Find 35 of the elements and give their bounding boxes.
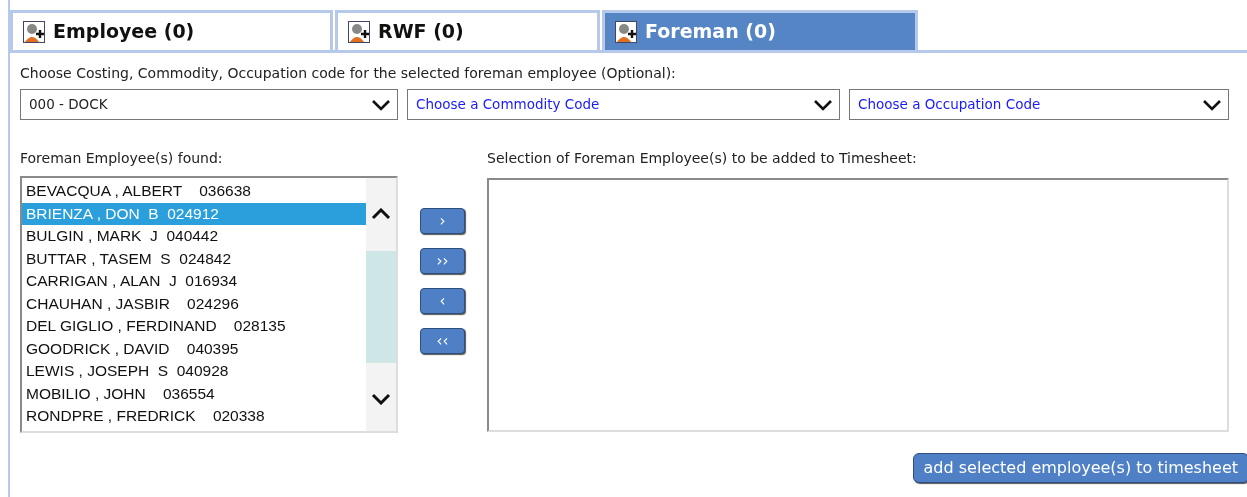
scroll-thumb[interactable] xyxy=(366,250,396,363)
list-item[interactable]: LEWIS , JOSEPH S 040928 xyxy=(22,360,366,383)
tab[interactable]: Employee (0) xyxy=(10,10,333,50)
move-all-left-button[interactable]: ‹‹ xyxy=(420,328,465,354)
chevron-down-icon xyxy=(371,98,391,111)
tab[interactable]: Foreman (0) xyxy=(602,10,918,50)
selection-label: Selection of Foreman Employee(s) to be added to Timesheet: xyxy=(487,149,917,168)
move-left-button[interactable]: ‹ xyxy=(420,288,465,314)
move-right-button[interactable]: › xyxy=(420,208,465,234)
add-person-icon xyxy=(615,20,637,43)
employee-list[interactable] xyxy=(20,176,398,433)
list-item[interactable]: CARRIGAN , ALAN J 016934 xyxy=(22,270,366,293)
scrollbar[interactable] xyxy=(366,178,396,431)
list-item[interactable]: BEVACQUA , ALBERT 036638 xyxy=(22,180,366,203)
add-person-icon xyxy=(348,20,370,43)
list-item[interactable]: MOBILIO , JOHN 036554 xyxy=(22,382,366,405)
list-item[interactable]: BULGIN , MARK J 040442 xyxy=(22,225,366,248)
list-item[interactable]: BUTTAR , TASEM S 024842 xyxy=(22,247,366,270)
list-item[interactable]: DEL GIGLIO , FERDINAND 028135 xyxy=(22,315,366,338)
list-item[interactable]: CHAUHAN , JASBIR 024296 xyxy=(22,292,366,315)
tab[interactable]: RWF (0) xyxy=(335,10,600,50)
occupation-select[interactable]: Choose a Occupation Code xyxy=(849,89,1229,120)
list-label: Foreman Employee(s) found: xyxy=(20,149,223,168)
scroll-up-icon[interactable] xyxy=(371,208,391,220)
list-item[interactable]: GOODRICK , DAVID 040395 xyxy=(22,337,366,360)
chevron-down-icon xyxy=(1202,98,1222,111)
list-item[interactable]: RONDPRE , FREDRICK 020338 xyxy=(22,405,366,428)
add-to-timesheet-button[interactable]: add selected employee(s) to timesheet xyxy=(912,453,1247,483)
instruction-label: Choose Costing, Commodity, Occupation code for the selected foreman employee (Optional): xyxy=(20,64,676,83)
chevron-down-icon xyxy=(813,98,833,111)
costing-select[interactable]: 000 - DOCK xyxy=(20,89,398,120)
commodity-select[interactable]: Choose a Commodity Code xyxy=(407,89,840,120)
add-person-icon xyxy=(23,20,45,43)
scroll-down-icon[interactable] xyxy=(371,393,391,405)
move-all-right-button[interactable]: ›› xyxy=(420,248,465,274)
